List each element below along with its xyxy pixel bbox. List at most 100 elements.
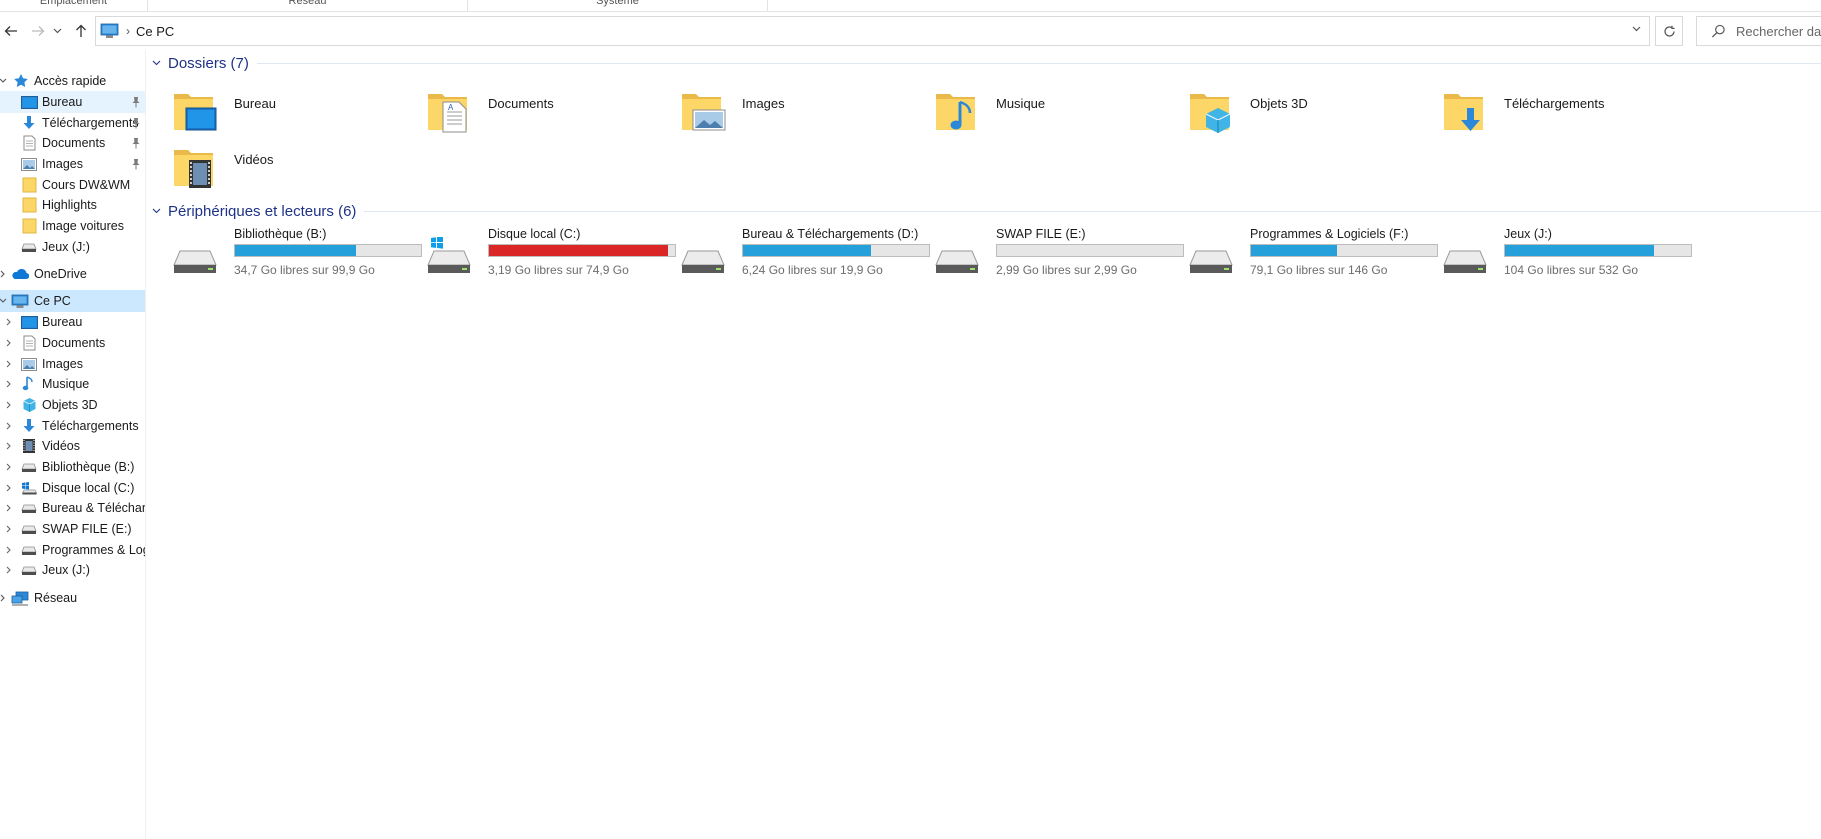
tree-item-label: Documents <box>42 336 106 350</box>
chevron-collapsed-icon[interactable] <box>4 441 14 451</box>
chevron-collapsed-icon[interactable] <box>4 317 14 327</box>
chevron-collapsed-icon[interactable] <box>4 483 14 493</box>
windows-drive-icon <box>20 480 38 496</box>
chevron-collapsed-icon[interactable] <box>4 503 14 513</box>
tree-item-documents[interactable]: Documents <box>0 132 145 154</box>
tree-item-label: Bureau <box>42 95 83 109</box>
tree-pc-drive-c[interactable]: Disque local (C:) <box>0 477 145 499</box>
tree-item-label: Jeux (J:) <box>42 240 90 254</box>
chevron-collapsed-icon[interactable] <box>4 338 14 348</box>
forward-button[interactable] <box>27 20 49 42</box>
drive-free-space: 2,99 Go libres sur 2,99 Go <box>996 263 1137 277</box>
tree-pc-drive-d[interactable]: Bureau & Télécharg <box>0 497 145 519</box>
tree-item-label: Images <box>42 157 83 171</box>
drive-tile[interactable]: SWAP FILE (E:) 2,99 Go libres sur 2,99 Go <box>924 227 1184 287</box>
drive-tile[interactable]: Jeux (J:) 104 Go libres sur 532 Go <box>1432 227 1692 287</box>
chevron-collapsed-icon[interactable] <box>4 400 14 410</box>
pictures-icon <box>20 356 38 372</box>
chevron-collapsed-icon[interactable] <box>4 524 14 534</box>
drive-tile[interactable]: Bureau & Téléchargements (D:) 6,24 Go lib… <box>670 227 930 287</box>
3d-objects-folder-icon <box>1190 94 1231 133</box>
drive-usage-fill <box>743 245 872 256</box>
tree-item-cours-dwwm[interactable]: Cours DW&WM <box>0 174 145 196</box>
tree-item-label: Téléchargements <box>42 419 139 433</box>
tree-item-telechargements[interactable]: Téléchargements <box>0 112 145 134</box>
recent-locations-button[interactable] <box>50 20 64 42</box>
folder-tile-documents[interactable]: A Documents <box>416 88 666 138</box>
chevron-down-icon <box>1632 26 1641 32</box>
chevron-expanded-icon[interactable] <box>148 206 164 217</box>
tree-item-label: Highlights <box>42 198 97 212</box>
chevron-collapsed-icon[interactable] <box>4 421 14 431</box>
downloads-folder-icon <box>1444 94 1483 131</box>
breadcrumb-location[interactable]: Ce PC <box>136 24 174 39</box>
drives-group-header[interactable]: Périphériques et lecteurs (6) <box>148 200 1821 222</box>
tree-pc-documents[interactable]: Documents <box>0 332 145 354</box>
tree-network[interactable]: Réseau <box>0 587 145 609</box>
address-bar[interactable]: › Ce PC <box>95 16 1650 46</box>
drive-usage-bar <box>234 244 422 257</box>
tree-item-images[interactable]: Images <box>0 153 145 175</box>
refresh-button[interactable] <box>1655 16 1683 46</box>
chevron-collapsed-icon[interactable] <box>0 269 8 279</box>
tree-item-label: Disque local (C:) <box>42 481 135 495</box>
tree-item-highlights[interactable]: Highlights <box>0 194 145 216</box>
tree-item-label: Téléchargements <box>42 116 139 130</box>
chevron-collapsed-icon[interactable] <box>4 379 14 389</box>
chevron-expanded-icon[interactable] <box>0 76 8 86</box>
ribbon-group-location: Emplacement <box>0 0 148 11</box>
tree-onedrive[interactable]: OneDrive <box>0 263 145 285</box>
tree-pc-videos[interactable]: Vidéos <box>0 435 145 457</box>
drives-group-title: Périphériques et lecteurs (6) <box>168 202 357 220</box>
folder-name: Documents <box>488 96 554 111</box>
tree-pc-drive-b[interactable]: Bibliothèque (B:) <box>0 456 145 478</box>
folder-tile-images[interactable]: Images <box>670 88 920 138</box>
chevron-collapsed-icon[interactable] <box>4 359 14 369</box>
folder-tile-bureau[interactable]: Bureau <box>162 88 412 138</box>
tree-pc-images[interactable]: Images <box>0 353 145 375</box>
search-input[interactable]: Rechercher dans <box>1696 16 1821 46</box>
folder-tile-videos[interactable]: Vidéos <box>162 144 412 194</box>
content-pane: Dossiers (7) Bureau A Documents Images M… <box>148 50 1821 839</box>
download-icon <box>20 115 38 131</box>
tree-pc-objets-3d[interactable]: Objets 3D <box>0 394 145 416</box>
back-button[interactable] <box>0 20 22 42</box>
tree-pc-musique[interactable]: Musique <box>0 373 145 395</box>
tree-pc-drive-j[interactable]: Jeux (J:) <box>0 559 145 581</box>
drive-tile[interactable]: Programmes & Logiciels (F:) 79,1 Go libre… <box>1178 227 1438 287</box>
tree-item-image-voitures[interactable]: Image voitures <box>0 215 145 237</box>
cloud-icon <box>11 266 29 282</box>
tree-this-pc[interactable]: Ce PC <box>0 290 145 312</box>
tree-pc-telechargements[interactable]: Téléchargements <box>0 415 145 437</box>
navigation-pane: Accès rapide Bureau Téléchargements Docu… <box>0 50 146 839</box>
address-dropdown-button[interactable] <box>1632 23 1641 35</box>
folder-tile-telechargements[interactable]: Téléchargements <box>1432 88 1682 138</box>
drive-tile[interactable]: Bibliothèque (B:) 34,7 Go libres sur 99,9… <box>162 227 422 287</box>
tree-item-label: SWAP FILE (E:) <box>42 522 132 536</box>
music-folder-icon <box>936 94 975 130</box>
download-icon <box>20 418 38 434</box>
tree-quick-access[interactable]: Accès rapide <box>0 70 145 92</box>
tree-pc-drive-f[interactable]: Programmes & Log <box>0 539 145 561</box>
tree-quick-access-label: Accès rapide <box>34 74 107 88</box>
tree-pc-drive-e[interactable]: SWAP FILE (E:) <box>0 518 145 540</box>
tree-pc-bureau[interactable]: Bureau <box>0 311 145 333</box>
tree-item-jeux[interactable]: Jeux (J:) <box>0 236 145 258</box>
chevron-expanded-icon[interactable] <box>148 58 164 69</box>
up-button[interactable] <box>70 20 92 42</box>
folders-group-header[interactable]: Dossiers (7) <box>148 52 1821 74</box>
drive-tile[interactable]: Disque local (C:) 3,19 Go libres sur 74,9… <box>416 227 676 287</box>
chevron-collapsed-icon[interactable] <box>0 593 8 603</box>
address-row: › Ce PC Rechercher dans <box>0 14 1821 50</box>
chevron-expanded-icon[interactable] <box>0 296 8 306</box>
folder-tile-objets-3d[interactable]: Objets 3D <box>1178 88 1428 138</box>
chevron-collapsed-icon[interactable] <box>4 545 14 555</box>
chevron-collapsed-icon[interactable] <box>4 565 14 575</box>
chevron-collapsed-icon[interactable] <box>4 462 14 472</box>
folder-icon <box>20 218 38 234</box>
drive-icon <box>173 250 217 273</box>
drive-name: Disque local (C:) <box>488 227 581 241</box>
folder-tile-musique[interactable]: Musique <box>924 88 1174 138</box>
drive-free-space: 3,19 Go libres sur 74,9 Go <box>488 263 629 277</box>
tree-item-bureau[interactable]: Bureau <box>0 91 145 113</box>
